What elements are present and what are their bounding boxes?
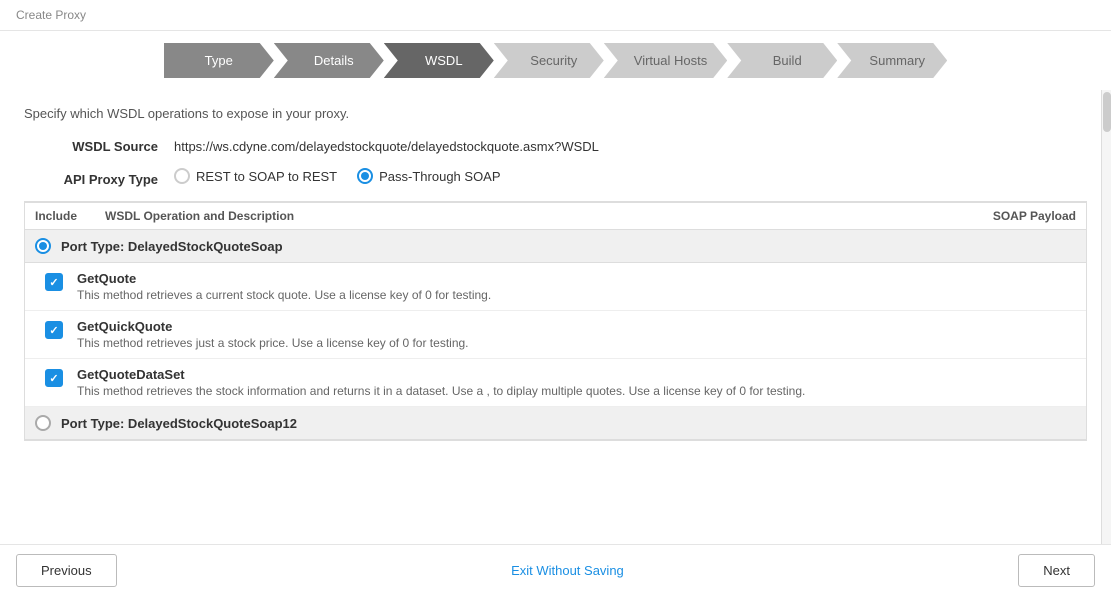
op-get-quote-dataset-info: GetQuoteDataSet This method retrieves th…	[77, 367, 805, 398]
port-type-2-radio[interactable]	[35, 415, 51, 431]
col-operation-header: WSDL Operation and Description	[105, 209, 956, 223]
content-area: Specify which WSDL operations to expose …	[0, 90, 1111, 457]
step-build[interactable]: Build	[727, 43, 837, 78]
port-type-2-row[interactable]: Port Type: DelayedStockQuoteSoap12	[25, 407, 1086, 440]
api-proxy-type-row: API Proxy Type REST to SOAP to REST Pass…	[24, 168, 1087, 187]
op-get-quote-info: GetQuote This method retrieves a current…	[77, 271, 491, 302]
op-get-quote-name: GetQuote	[77, 271, 491, 286]
port-type-2-label: Port Type: DelayedStockQuoteSoap12	[61, 416, 297, 431]
op-get-quick-quote-name: GetQuickQuote	[77, 319, 469, 334]
step-details-label: Details	[274, 43, 384, 78]
scrollbar-thumb[interactable]	[1103, 92, 1111, 132]
wsdl-source-label: WSDL Source	[24, 139, 174, 154]
operation-get-quote-dataset: GetQuoteDataSet This method retrieves th…	[25, 359, 1086, 407]
port-type-1-radio[interactable]	[35, 238, 51, 254]
radio-rest-to-soap[interactable]: REST to SOAP to REST	[174, 168, 337, 184]
step-virtual-hosts[interactable]: Virtual Hosts	[604, 43, 727, 78]
col-payload-header: SOAP Payload	[956, 209, 1076, 223]
op-get-quote-dataset-desc: This method retrieves the stock informat…	[77, 384, 805, 398]
col-include-header: Include	[35, 209, 105, 223]
step-type-label: Type	[164, 43, 274, 78]
step-summary[interactable]: Summary	[837, 43, 947, 78]
radio-rest-to-soap-indicator	[174, 168, 190, 184]
op-get-quote-desc: This method retrieves a current stock qu…	[77, 288, 491, 302]
port-type-1-label: Port Type: DelayedStockQuoteSoap	[61, 239, 283, 254]
op-get-quote-checkbox[interactable]	[45, 273, 63, 291]
step-security[interactable]: Security	[494, 43, 604, 78]
step-summary-label: Summary	[837, 43, 947, 78]
operations-table: Include WSDL Operation and Description S…	[24, 201, 1087, 441]
wizard-steps: Type Details WSDL Security Virtual Hosts…	[0, 31, 1111, 90]
op-get-quick-quote-checkbox[interactable]	[45, 321, 63, 339]
subtitle: Specify which WSDL operations to expose …	[24, 106, 1087, 121]
step-build-label: Build	[727, 43, 837, 78]
radio-pass-through-indicator	[357, 168, 373, 184]
footer: Previous Exit Without Saving Next	[0, 544, 1111, 596]
port-type-1-row[interactable]: Port Type: DelayedStockQuoteSoap	[25, 230, 1086, 263]
step-wsdl-label: WSDL	[384, 43, 494, 78]
main-content: Specify which WSDL operations to expose …	[0, 90, 1111, 570]
op-get-quote-dataset-name: GetQuoteDataSet	[77, 367, 805, 382]
next-button[interactable]: Next	[1018, 554, 1095, 587]
step-virtual-hosts-label: Virtual Hosts	[604, 43, 727, 78]
page-title: Create Proxy	[16, 8, 86, 22]
radio-rest-to-soap-label: REST to SOAP to REST	[196, 169, 337, 184]
api-proxy-type-label: API Proxy Type	[24, 172, 174, 187]
operation-get-quick-quote: GetQuickQuote This method retrieves just…	[25, 311, 1086, 359]
op-get-quote-dataset-checkbox[interactable]	[45, 369, 63, 387]
step-details[interactable]: Details	[274, 43, 384, 78]
radio-pass-through-label: Pass-Through SOAP	[379, 169, 500, 184]
step-wsdl[interactable]: WSDL	[384, 43, 494, 78]
radio-group: REST to SOAP to REST Pass-Through SOAP	[174, 168, 501, 184]
wsdl-source-row: WSDL Source https://ws.cdyne.com/delayed…	[24, 139, 1087, 154]
step-type[interactable]: Type	[164, 43, 274, 78]
top-bar: Create Proxy	[0, 0, 1111, 31]
op-get-quick-quote-info: GetQuickQuote This method retrieves just…	[77, 319, 469, 350]
exit-link[interactable]: Exit Without Saving	[511, 563, 624, 578]
wsdl-source-value: https://ws.cdyne.com/delayedstockquote/d…	[174, 139, 599, 154]
table-header: Include WSDL Operation and Description S…	[25, 202, 1086, 230]
step-security-label: Security	[494, 43, 604, 78]
operation-get-quote: GetQuote This method retrieves a current…	[25, 263, 1086, 311]
op-get-quick-quote-desc: This method retrieves just a stock price…	[77, 336, 469, 350]
radio-pass-through[interactable]: Pass-Through SOAP	[357, 168, 500, 184]
previous-button[interactable]: Previous	[16, 554, 117, 587]
scrollbar[interactable]	[1101, 90, 1111, 570]
